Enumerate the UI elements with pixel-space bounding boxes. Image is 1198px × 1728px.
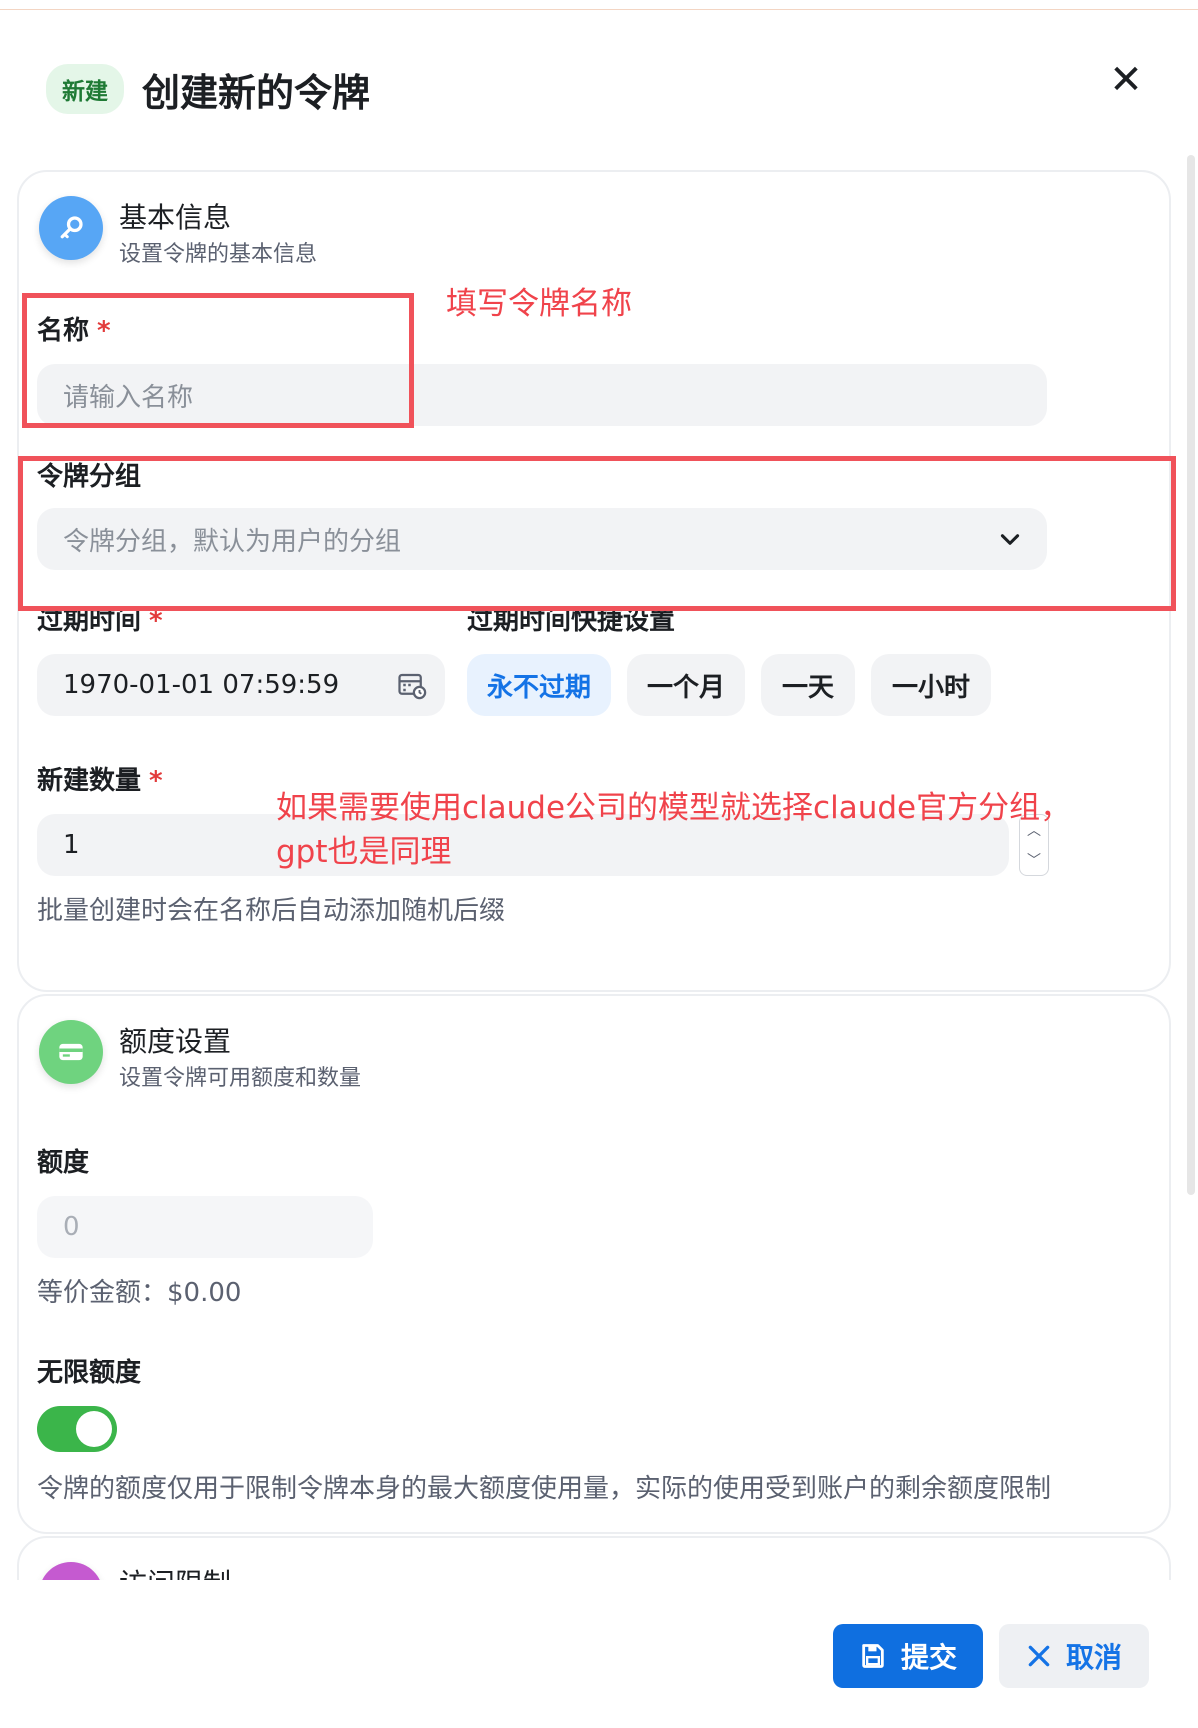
quota-label: 额度 <box>37 1148 90 1178</box>
basic-info-subtitle: 设置令牌的基本信息 <box>119 242 318 267</box>
calendar-clock-icon <box>398 673 427 700</box>
quick-one-day-button[interactable]: 一天 <box>761 654 855 716</box>
new-tag: 新建 <box>46 64 124 114</box>
expire-datetime-input[interactable]: 1970-01-01 07:59:59 <box>37 654 445 716</box>
quick-never-expire-button[interactable]: 永不过期 <box>467 654 611 716</box>
quota-subtitle: 设置令牌可用额度和数量 <box>119 1066 362 1091</box>
modal-footer: 提交 取消 <box>0 1580 1198 1728</box>
toggle-knob <box>76 1411 112 1447</box>
equivalent-amount: 等价金额：$0.00 <box>37 1278 242 1308</box>
submit-button[interactable]: 提交 <box>833 1624 983 1688</box>
close-icon <box>1028 1645 1050 1667</box>
access-title: 访问限制 <box>119 1562 231 1580</box>
modal-title: 创建新的令牌 <box>142 70 371 115</box>
credit-card-icon <box>39 1020 103 1084</box>
save-icon <box>862 1644 884 1668</box>
annotation-name-note: 填写令牌名称 <box>446 286 632 322</box>
count-hint: 批量创建时会在名称后自动添加随机后缀 <box>37 896 506 926</box>
quota-input[interactable]: 0 <box>37 1196 373 1258</box>
count-label: 新建数量 * <box>37 766 163 796</box>
quick-expire-group: 永不过期 一个月 一天 一小时 <box>467 654 1027 716</box>
annotation-box-group <box>18 456 1176 611</box>
quick-one-hour-button[interactable]: 一小时 <box>871 654 991 716</box>
key-icon <box>39 196 103 260</box>
unlimited-label: 无限额度 <box>37 1358 142 1388</box>
access-card: 访问限制 <box>17 1536 1171 1580</box>
quick-one-month-button[interactable]: 一个月 <box>627 654 745 716</box>
modal-header: 新建 创建新的令牌 <box>46 62 370 116</box>
quota-card: 额度设置 设置令牌可用额度和数量 额度 0 等价金额：$0.00 无限额度 令牌… <box>17 994 1171 1534</box>
close-icon[interactable]: ✕ <box>1106 60 1146 100</box>
basic-info-title: 基本信息 <box>119 201 232 234</box>
top-border <box>0 0 1198 10</box>
cancel-button[interactable]: 取消 <box>999 1624 1149 1688</box>
unlimited-toggle[interactable] <box>37 1406 117 1452</box>
quota-title: 额度设置 <box>119 1025 232 1058</box>
annotation-group-note: 如果需要使用claude公司的模型就选择claude官方分组， gpt也是同理 <box>276 790 1072 870</box>
annotation-box-name <box>22 293 414 428</box>
unlimited-hint: 令牌的额度仅用于限制令牌本身的最大额度使用量，实际的使用受到账户的剩余额度限制 <box>37 1474 1052 1504</box>
shield-icon <box>39 1562 103 1580</box>
